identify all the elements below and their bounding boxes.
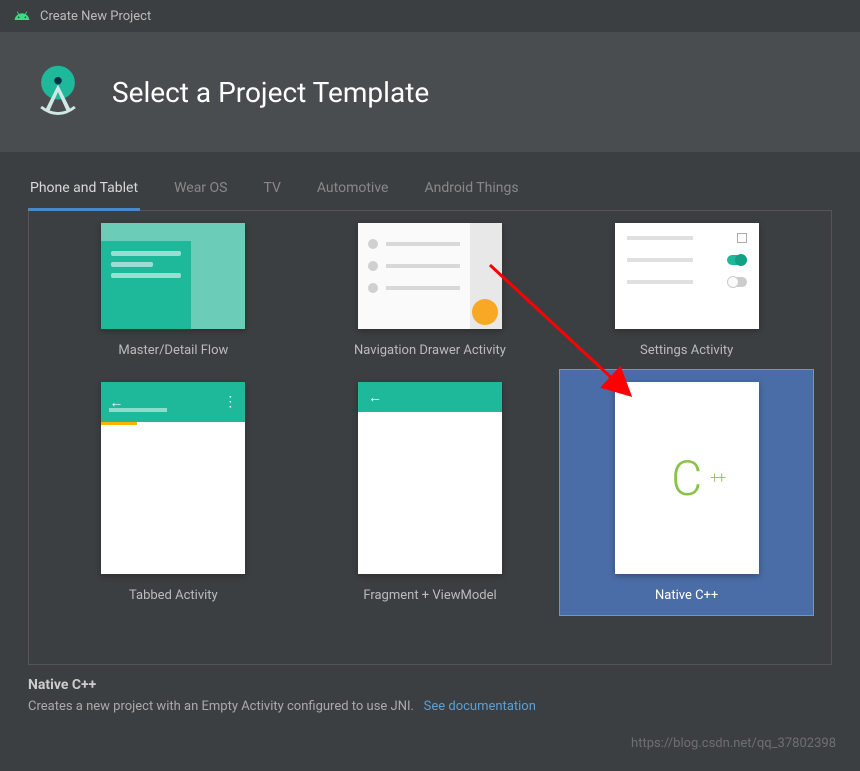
page-title: Select a Project Template [112, 76, 429, 109]
tab-android-things[interactable]: Android Things [422, 180, 520, 210]
template-preview [101, 223, 245, 329]
template-preview [615, 223, 759, 329]
template-tabbed[interactable]: ← ⋮ Tabbed Activity [47, 370, 300, 615]
tab-phone-tablet[interactable]: Phone and Tablet [28, 180, 140, 210]
documentation-link[interactable]: See documentation [424, 699, 536, 714]
header-section: Select a Project Template [0, 32, 860, 152]
title-bar: Create New Project [0, 0, 860, 32]
android-studio-icon [28, 62, 88, 122]
template-preview: ← [358, 382, 502, 574]
tabs-bar: Phone and Tablet Wear OS TV Automotive A… [28, 180, 832, 211]
template-master-detail[interactable]: Master/Detail Flow [47, 211, 300, 370]
template-native-cpp[interactable]: C++ Native C++ [560, 370, 813, 615]
template-info-panel: Native C++ Creates a new project with an… [0, 665, 860, 726]
template-navigation-drawer[interactable]: Navigation Drawer Activity [304, 211, 557, 370]
selected-template-title: Native C++ [28, 677, 832, 693]
template-label: Navigation Drawer Activity [354, 343, 506, 358]
tab-automotive[interactable]: Automotive [315, 180, 391, 210]
template-label: Settings Activity [640, 343, 733, 358]
template-label: Tabbed Activity [129, 588, 218, 603]
template-preview: C++ [615, 382, 759, 574]
template-preview [358, 223, 502, 329]
template-label: Native C++ [655, 588, 718, 603]
watermark: https://blog.csdn.net/qq_37802398 [631, 736, 836, 751]
tab-wear-os[interactable]: Wear OS [172, 180, 229, 210]
template-fragment-viewmodel[interactable]: ← Fragment + ViewModel [304, 370, 557, 615]
cpp-icon: C++ [671, 450, 702, 507]
template-label: Master/Detail Flow [118, 343, 228, 358]
window-title: Create New Project [40, 9, 151, 24]
template-settings[interactable]: Settings Activity [560, 211, 813, 370]
tab-tv[interactable]: TV [261, 180, 282, 210]
templates-area: Master/Detail Flow Navigation Drawer Act… [28, 211, 832, 665]
template-preview: ← ⋮ [101, 382, 245, 574]
android-icon [14, 8, 30, 24]
selected-template-description: Creates a new project with an Empty Acti… [28, 699, 832, 714]
template-label: Fragment + ViewModel [363, 588, 496, 603]
